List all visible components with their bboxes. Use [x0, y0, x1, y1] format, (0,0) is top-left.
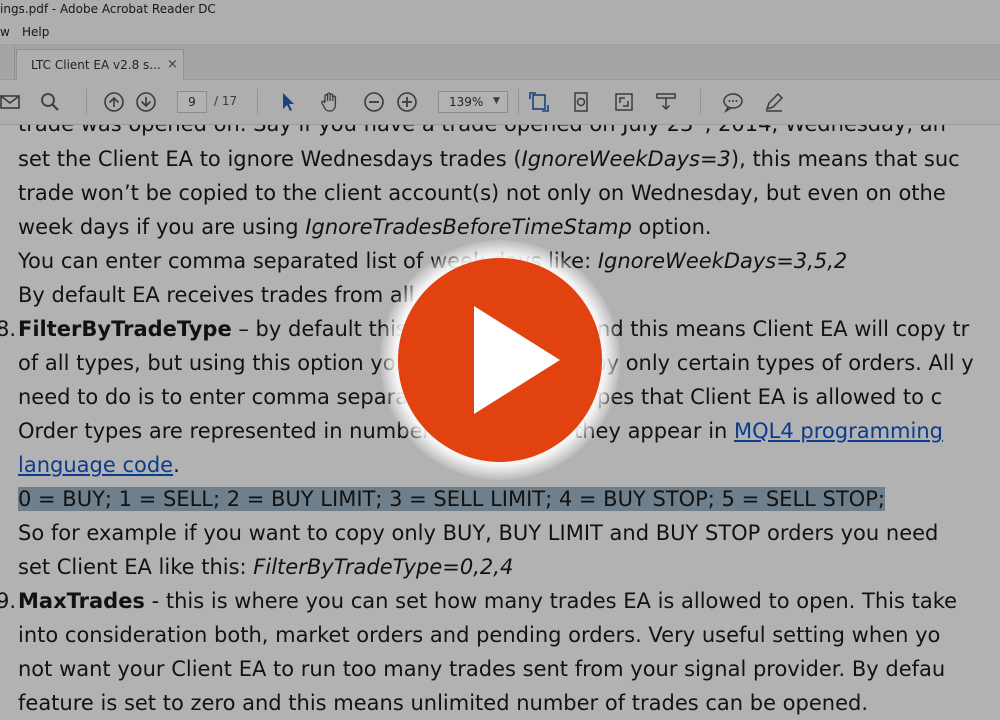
page-count: / 17 — [214, 94, 238, 108]
toolbar-separator — [257, 89, 258, 115]
read-mode-icon[interactable] — [654, 90, 678, 114]
text-line: MaxTrades - this is where you can set ho… — [18, 589, 958, 613]
text-line: not want your Client EA to run too many … — [18, 657, 946, 681]
chevron-down-icon: ▼ — [493, 96, 500, 106]
highlighted-text: 0 = BUY; 1 = SELL; 2 = BUY LIMIT; 3 = SE… — [18, 487, 885, 511]
text-line: trade won’t be copied to the client acco… — [18, 181, 946, 205]
sign-icon[interactable] — [762, 90, 786, 114]
document-tab[interactable]: LTC Client EA v2.8 s... × — [16, 49, 184, 80]
menu-item-help[interactable]: Help — [22, 25, 49, 39]
text-line: 0 = BUY; 1 = SELL; 2 = BUY LIMIT; 3 = SE… — [18, 487, 885, 511]
list-number: 9. — [0, 589, 17, 613]
toolbar-separator — [518, 89, 519, 115]
toolbar: 9 / 17 139% ▼ — [0, 80, 1000, 125]
text-line: into consideration both, market orders a… — [18, 623, 941, 647]
mql4-link[interactable]: MQL4 programming — [734, 419, 943, 443]
tab-home[interactable] — [0, 45, 15, 79]
menu-bar: w Help — [0, 22, 1000, 45]
fit-page-icon[interactable] — [527, 90, 551, 114]
zoom-in-icon[interactable] — [395, 90, 419, 114]
zoom-out-icon[interactable] — [362, 90, 386, 114]
search-icon[interactable] — [38, 90, 62, 114]
play-icon — [474, 306, 560, 414]
text-line: trade was opened on. Say if you have a t… — [18, 125, 946, 136]
window-title-bar: ings.pdf - Adobe Acrobat Reader DC — [0, 0, 1000, 22]
text-line: feature is set to zero and this means un… — [18, 691, 869, 715]
text-line: week days if you are using IgnoreTradesB… — [18, 215, 712, 239]
tab-row: LTC Client EA v2.8 s... × — [0, 45, 1000, 80]
full-screen-icon[interactable] — [612, 90, 636, 114]
hand-icon[interactable] — [318, 90, 342, 114]
window-title: ings.pdf - Adobe Acrobat Reader DC — [0, 2, 216, 16]
close-tab-icon[interactable]: × — [167, 57, 178, 72]
rotate-icon[interactable] — [569, 90, 593, 114]
page-number-input[interactable]: 9 — [177, 91, 207, 113]
page-down-icon[interactable] — [134, 90, 158, 114]
text-line: language code. — [18, 453, 180, 477]
comment-icon[interactable] — [721, 90, 745, 114]
mql4-link[interactable]: language code — [18, 453, 173, 477]
menu-item-window[interactable]: w — [0, 25, 10, 39]
list-number: 8. — [0, 317, 17, 341]
text-line: set the Client EA to ignore Wednesdays t… — [18, 147, 960, 171]
play-button[interactable] — [398, 258, 602, 462]
select-cursor-icon[interactable] — [276, 90, 300, 114]
toolbar-separator — [86, 89, 87, 115]
toolbar-separator — [700, 89, 701, 115]
page-up-icon[interactable] — [102, 90, 126, 114]
zoom-select[interactable]: 139% ▼ — [438, 91, 508, 113]
document-tab-label: LTC Client EA v2.8 s... — [31, 58, 161, 72]
text-line: set Client EA like this: FilterByTradeTy… — [18, 555, 514, 579]
text-line: So for example if you want to copy only … — [18, 521, 939, 545]
mail-icon[interactable] — [0, 90, 22, 114]
zoom-value: 139% — [449, 95, 484, 109]
